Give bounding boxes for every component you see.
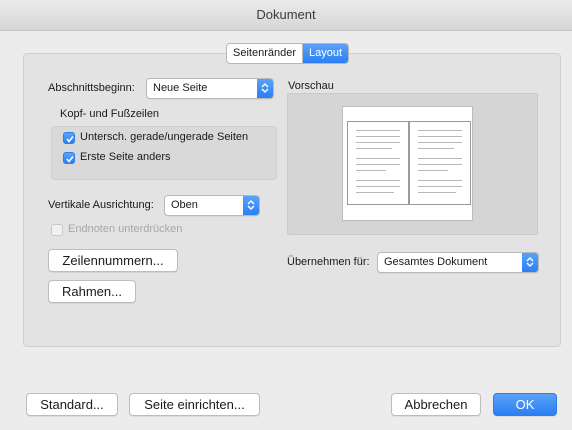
preview-page-right (409, 121, 471, 205)
page-setup-button[interactable]: Seite einrichten... (129, 393, 260, 416)
apply-to-label: Übernehmen für: (287, 256, 370, 268)
tab-switcher: Seitenränder Layout (226, 43, 350, 64)
tab-layout[interactable]: Layout (302, 44, 349, 63)
first-page-label: Erste Seite anders (80, 151, 171, 163)
odd-even-label: Untersch. gerade/ungerade Seiten (80, 131, 249, 143)
window-title: Dokument (0, 0, 572, 31)
preview-page-left (347, 121, 409, 205)
line-numbers-button[interactable]: Zeilennummern... (48, 249, 178, 272)
suppress-endnotes-checkbox[interactable] (51, 224, 63, 236)
preview-spread (342, 106, 473, 221)
popup-arrows-icon (522, 253, 538, 272)
section-start-label: Abschnittsbeginn: (48, 82, 135, 94)
suppress-endnotes-label: Endnoten unterdrücken (68, 223, 183, 235)
cancel-button[interactable]: Abbrechen (391, 393, 481, 416)
ok-button[interactable]: OK (493, 393, 557, 416)
popup-arrows-icon (257, 79, 273, 98)
first-page-checkbox[interactable] (63, 152, 75, 164)
section-start-value: Neue Seite (153, 82, 208, 94)
apply-to-value: Gesamtes Dokument (384, 256, 488, 268)
odd-even-checkbox[interactable] (63, 132, 75, 144)
preview-label: Vorschau (288, 80, 334, 92)
apply-to-popup[interactable]: Gesamtes Dokument (377, 252, 539, 273)
default-button[interactable]: Standard... (26, 393, 118, 416)
popup-arrows-icon (243, 196, 259, 215)
vertical-alignment-popup[interactable]: Oben (164, 195, 260, 216)
section-start-popup[interactable]: Neue Seite (146, 78, 274, 99)
vertical-alignment-label: Vertikale Ausrichtung: (48, 199, 154, 211)
checkmark-icon (66, 156, 74, 163)
header-footer-title: Kopf- und Fußzeilen (60, 108, 160, 120)
tab-margins[interactable]: Seitenränder (227, 44, 302, 63)
document-dialog: Dokument Seitenränder Layout Abschnittsb… (0, 0, 572, 430)
borders-button[interactable]: Rahmen... (48, 280, 136, 303)
vertical-alignment-value: Oben (171, 199, 198, 211)
checkmark-icon (66, 136, 74, 143)
